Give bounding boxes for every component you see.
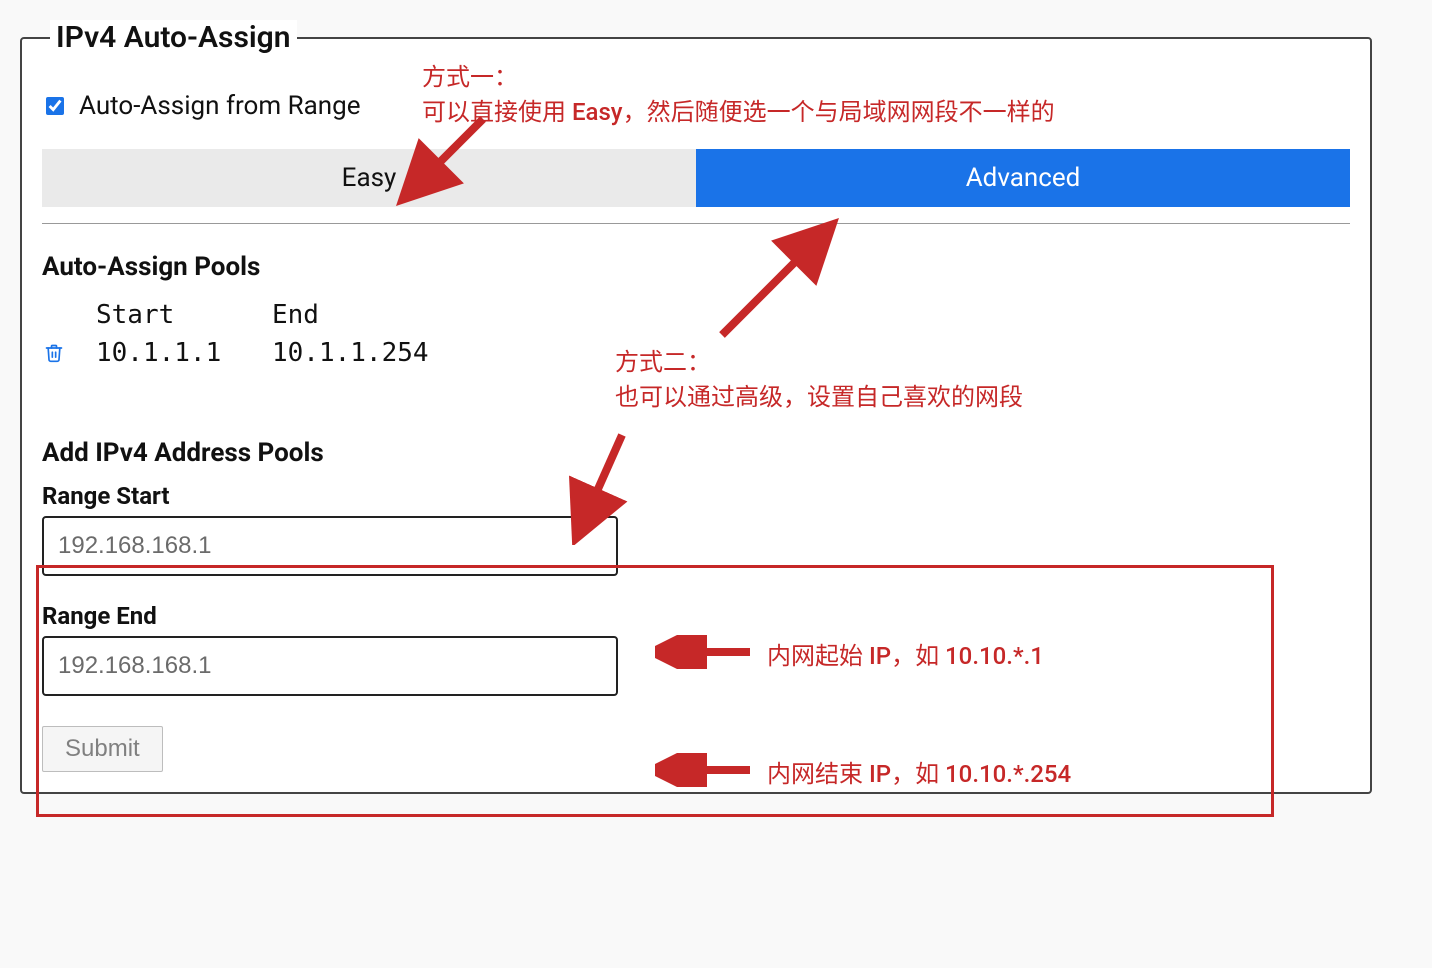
auto-assign-checkbox-row: Auto-Assign from Range [42, 91, 1350, 121]
divider [42, 223, 1350, 224]
range-end-label: Range End [42, 602, 1350, 630]
auto-assign-checkbox[interactable] [46, 97, 64, 115]
add-pools-title: Add IPv4 Address Pools [42, 438, 1350, 468]
trash-icon [44, 342, 64, 364]
delete-pool-button[interactable] [44, 342, 70, 364]
table-row: 10.1.1.1 10.1.1.254 [44, 334, 1350, 372]
mode-tabs: Easy Advanced [42, 149, 1350, 207]
annotation-2-line2: 也可以通过高级，设置自己喜欢的网段 [615, 383, 1023, 411]
tab-advanced[interactable]: Advanced [696, 149, 1350, 207]
range-end-input[interactable] [42, 636, 618, 696]
pool-header-start: Start [96, 300, 246, 330]
tab-easy[interactable]: Easy [42, 149, 696, 207]
pool-row-start: 10.1.1.1 [96, 338, 246, 368]
range-start-input[interactable] [42, 516, 618, 576]
pool-header-end: End [272, 300, 1350, 330]
pool-table-header: Start End [44, 296, 1350, 334]
annotation-1-line1: 方式一： [422, 63, 518, 91]
submit-button[interactable]: Submit [42, 726, 163, 772]
panel-title: IPv4 Auto-Assign [50, 20, 297, 55]
auto-assign-checkbox-label: Auto-Assign from Range [79, 91, 361, 121]
ipv4-auto-assign-panel: IPv4 Auto-Assign Auto-Assign from Range … [20, 20, 1372, 794]
pool-row-end: 10.1.1.254 [272, 338, 1350, 368]
pool-table: Start End 10.1.1.1 10.1.1.254 [44, 296, 1350, 372]
auto-assign-pools-title: Auto-Assign Pools [42, 252, 1350, 282]
range-start-label: Range Start [42, 482, 1350, 510]
